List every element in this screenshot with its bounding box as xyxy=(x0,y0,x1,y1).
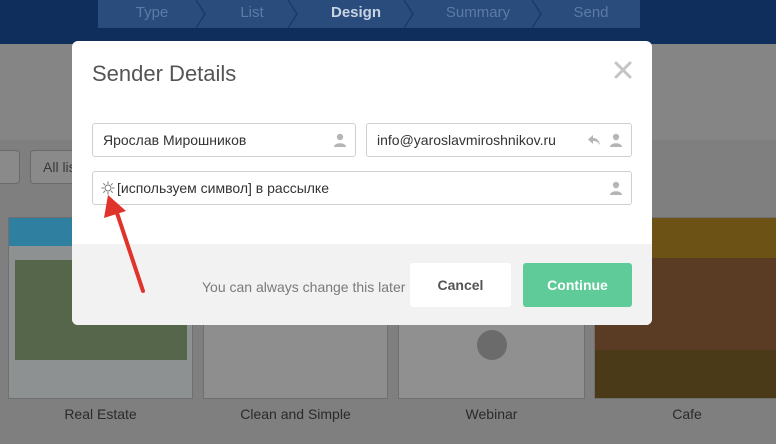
footer-note: You can always change this later xyxy=(202,279,406,295)
user-icon xyxy=(334,133,346,147)
modal-title: Sender Details xyxy=(92,61,237,86)
continue-button[interactable]: Continue xyxy=(523,263,632,307)
sender-email-field[interactable] xyxy=(366,123,632,157)
step-design[interactable]: Design xyxy=(298,0,414,28)
template-label: Clean and Simple xyxy=(240,406,351,422)
all-lists-label: All lis xyxy=(43,159,76,175)
sender-name-input[interactable] xyxy=(93,124,355,156)
template-avatar xyxy=(477,330,507,360)
user-icon xyxy=(610,133,622,147)
step-type-label: Type xyxy=(135,4,169,21)
step-send-label: Send xyxy=(573,4,609,21)
step-separator xyxy=(532,0,542,28)
step-send[interactable]: Send xyxy=(542,0,640,28)
step-summary[interactable]: Summary xyxy=(414,0,542,28)
step-summary-label: Summary xyxy=(445,4,511,21)
step-separator xyxy=(196,0,206,28)
step-list[interactable]: List xyxy=(206,0,298,28)
reply-icon[interactable] xyxy=(587,134,601,146)
step-design-label: Design xyxy=(330,4,381,21)
template-label: Real Estate xyxy=(64,406,137,422)
subject-input[interactable] xyxy=(93,172,631,204)
step-separator xyxy=(288,0,298,28)
user-icon xyxy=(610,181,622,195)
all-lists-filter[interactable]: All lis xyxy=(30,150,76,184)
cancel-button[interactable]: Cancel xyxy=(410,263,511,307)
template-label: Webinar xyxy=(465,406,518,422)
search-filter[interactable] xyxy=(0,150,20,184)
subject-field[interactable] xyxy=(92,171,632,205)
step-separator xyxy=(404,0,414,28)
sender-details-modal: Sender Details Ярослав Мирошников info@y… xyxy=(72,41,652,325)
template-label: Cafe xyxy=(672,406,702,422)
template-footer xyxy=(595,350,776,398)
top-bar: Type List Design Summary Send xyxy=(0,0,776,44)
step-type[interactable]: Type xyxy=(98,0,206,28)
close-icon[interactable] xyxy=(612,59,634,81)
wizard-steps: Type List Design Summary Send xyxy=(98,0,640,28)
modal-footer: You can always change this later Cancel … xyxy=(72,244,652,325)
sender-name-field[interactable] xyxy=(92,123,356,157)
step-list-label: List xyxy=(240,4,264,21)
